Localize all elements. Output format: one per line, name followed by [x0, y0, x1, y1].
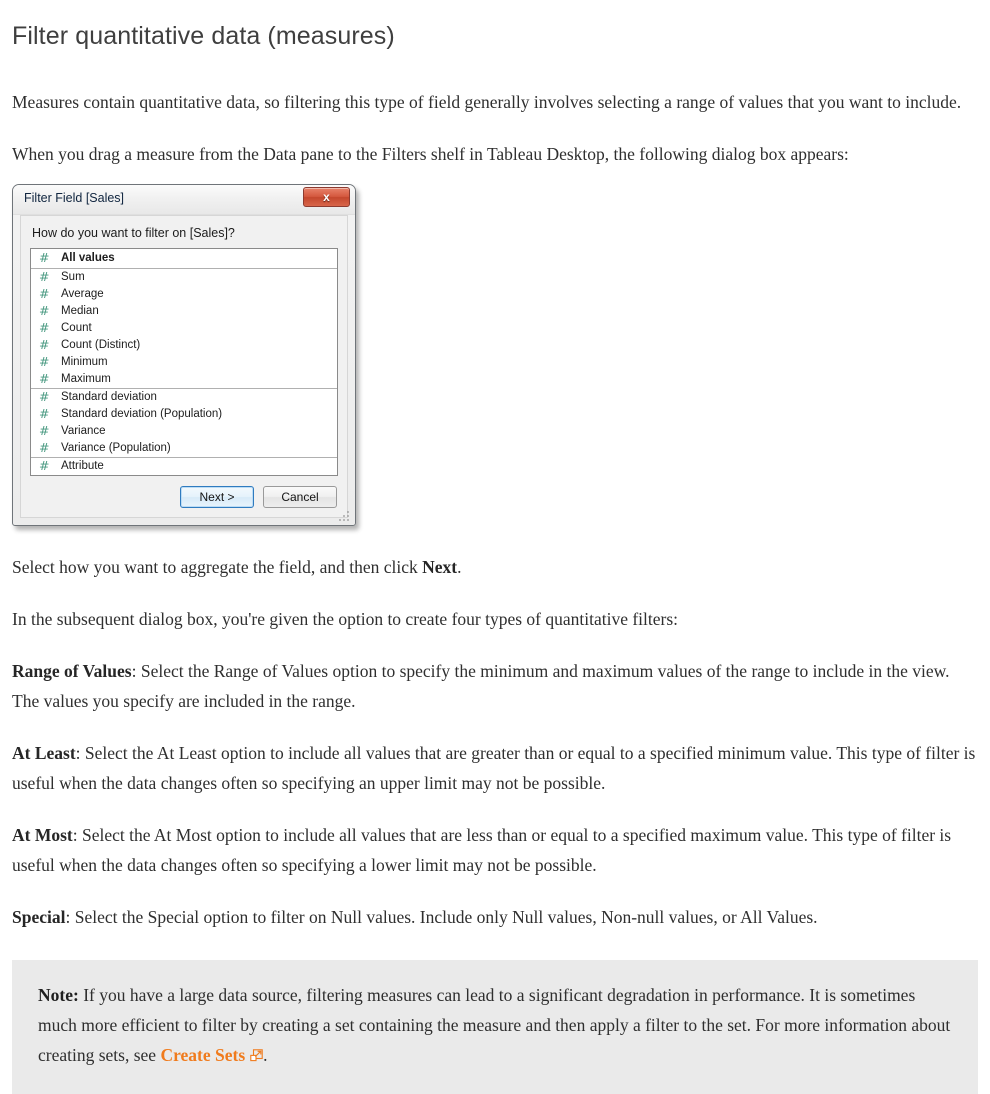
list-item-label: Average	[61, 288, 104, 300]
resize-grip[interactable]	[338, 510, 349, 521]
list-item-label: Median	[61, 305, 99, 317]
hash-icon: #	[39, 285, 50, 301]
hash-icon: #	[39, 319, 50, 335]
filter-type-special: Special: Select the Special option to fi…	[0, 902, 990, 932]
list-item[interactable]: # Average	[31, 286, 337, 303]
note-body-after-link: .	[263, 1044, 268, 1065]
list-item[interactable]: # Variance	[31, 423, 337, 440]
list-item[interactable]: # Standard deviation	[31, 389, 337, 406]
paragraph-select-aggregate: Select how you want to aggregate the fie…	[0, 552, 990, 582]
list-item[interactable]: # Variance (Population)	[31, 440, 337, 457]
paragraph-intro: Measures contain quantitative data, so f…	[12, 91, 962, 112]
external-link-icon	[250, 1048, 263, 1062]
next-bold-reference: Next	[422, 556, 458, 577]
create-sets-link[interactable]: Create Sets	[160, 1045, 245, 1065]
filter-type-at-most: At Most: Select the At Most option to in…	[0, 820, 990, 880]
hash-icon: #	[39, 268, 50, 284]
hash-icon: #	[39, 439, 50, 455]
hash-icon: #	[39, 457, 50, 473]
list-item-label: Count (Distinct)	[61, 339, 141, 351]
note-callout: Note: If you have a large data source, f…	[12, 959, 978, 1094]
list-item[interactable]: # Maximum	[31, 371, 337, 388]
aggregation-list[interactable]: # All values # Sum # Average # Median # …	[30, 247, 338, 476]
note-label: Note:	[38, 984, 79, 1005]
hash-icon: #	[39, 422, 50, 438]
filter-type-description: : Select the Range of Values option to s…	[12, 660, 950, 711]
filter-field-dialog: Filter Field [Sales] x How do you want t…	[12, 183, 356, 526]
filter-type-description: : Select the At Least option to include …	[12, 742, 976, 793]
filter-type-description: : Select the Special option to filter on…	[65, 906, 818, 927]
filter-type-at-least: At Least: Select the At Least option to …	[0, 738, 990, 798]
page-title: Filter quantitative data (measures)	[12, 22, 395, 50]
list-item-label: Attribute	[61, 460, 104, 472]
select-aggregate-pre: Select how you want to aggregate the fie…	[12, 556, 423, 577]
document-page: Filter quantitative data (measures) Meas…	[0, 0, 990, 1094]
next-button[interactable]: Next >	[180, 485, 254, 508]
hash-icon: #	[39, 370, 50, 386]
cancel-button[interactable]: Cancel	[263, 485, 337, 508]
aggregation-group-basic: # Sum # Average # Median # Count # Count…	[31, 267, 337, 388]
note-text: Note: If you have a large data source, f…	[38, 980, 954, 1070]
aggregation-group-attribute: # Attribute	[31, 456, 337, 475]
filter-type-term: At Most	[12, 824, 73, 845]
close-icon-glyph: x	[323, 189, 330, 204]
filter-type-term: Special	[12, 906, 66, 927]
list-item-label: Minimum	[61, 356, 108, 368]
hash-icon: #	[39, 336, 50, 352]
filter-type-term: Range of Values	[12, 660, 132, 681]
close-icon[interactable]: x	[303, 186, 350, 207]
list-item-label: Maximum	[61, 373, 111, 385]
dialog-body: How do you want to filter on [Sales]? # …	[20, 214, 348, 518]
hash-icon: #	[39, 353, 50, 369]
list-item[interactable]: # Attribute	[31, 458, 337, 475]
dialog-prompt: How do you want to filter on [Sales]?	[32, 225, 235, 240]
list-item-label: Variance	[61, 425, 106, 437]
dialog-title: Filter Field [Sales]	[24, 190, 125, 205]
aggregation-group-all: # All values	[31, 249, 337, 268]
dialog-titlebar: Filter Field [Sales] x	[13, 184, 355, 215]
list-item-label: Standard deviation	[61, 391, 157, 403]
list-item-label: Sum	[61, 271, 85, 283]
hash-icon: #	[39, 388, 50, 404]
select-aggregate-post: .	[457, 556, 462, 577]
list-item-label: All values	[61, 252, 115, 264]
list-item[interactable]: # Count (Distinct)	[31, 337, 337, 354]
list-item[interactable]: # Standard deviation (Population)	[31, 406, 337, 423]
filter-field-dialog-image: Filter Field [Sales] x How do you want t…	[12, 183, 360, 526]
filter-type-description: : Select the At Most option to include a…	[12, 824, 952, 875]
paragraph-subsequent-dialog: In the subsequent dialog box, you're giv…	[12, 608, 679, 629]
hash-icon: #	[39, 249, 50, 265]
hash-icon: #	[39, 405, 50, 421]
create-sets-link-label: Create Sets	[160, 1044, 246, 1065]
paragraph-drag-measure: When you drag a measure from the Data pa…	[12, 143, 849, 164]
list-item[interactable]: # All values	[31, 249, 337, 268]
list-item[interactable]: # Sum	[31, 269, 337, 286]
filter-type-range-of-values: Range of Values: Select the Range of Val…	[0, 656, 990, 716]
list-item-label: Standard deviation (Population)	[61, 408, 223, 420]
dialog-button-row: Next > Cancel	[30, 485, 338, 508]
list-item-label: Variance (Population)	[61, 442, 171, 454]
list-item[interactable]: # Count	[31, 320, 337, 337]
hash-icon: #	[39, 302, 50, 318]
aggregation-group-statistical: # Standard deviation # Standard deviatio…	[31, 387, 337, 457]
list-item-label: Count	[61, 322, 92, 334]
list-item[interactable]: # Median	[31, 303, 337, 320]
list-item[interactable]: # Minimum	[31, 354, 337, 371]
filter-type-term: At Least	[12, 742, 76, 763]
